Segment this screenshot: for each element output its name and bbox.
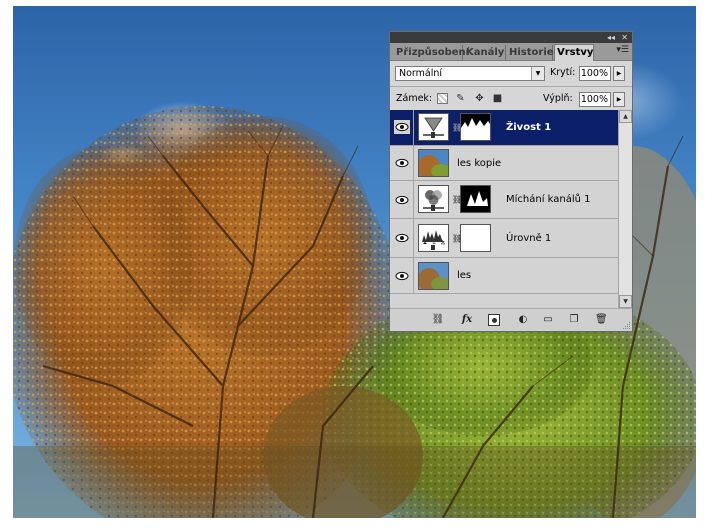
layer-row[interactable]: ⛓ Míchání kanálů 1 [390,181,618,219]
panel-titlebar[interactable]: ◂◂ ✕ [390,32,632,43]
layer-name[interactable]: les [457,258,471,294]
layer-mask-thumbnail[interactable] [460,185,491,213]
divider [413,110,414,146]
divider [413,146,414,182]
visibility-eye-icon[interactable] [394,231,410,245]
add-mask-icon[interactable] [488,314,500,326]
lock-move-icon[interactable]: ✥ [474,93,485,104]
levels-adjustment-icon[interactable] [418,224,449,252]
tab-channels[interactable]: Kanály [464,45,506,60]
link-layers-icon[interactable]: ⛓ [430,314,446,326]
blend-mode-select[interactable]: Normální ▼ [395,66,545,81]
delete-layer-icon[interactable]: 🗑 [595,314,608,326]
vibrance-adjustment-icon[interactable] [418,113,449,141]
tab-adjustments[interactable]: Přizpůsobení [394,45,469,60]
layer-row[interactable]: ⛓ Úrovně 1 [390,219,618,258]
layer-name[interactable]: les kopie [457,146,501,182]
layer-row[interactable]: les kopie [390,146,618,182]
collapse-icon[interactable]: ◂◂ [607,32,615,43]
tab-layers[interactable]: Vrstvy [554,44,594,61]
layer-mask-thumbnail[interactable] [460,113,491,141]
layers-panel: ◂◂ ✕ Přizpůsobení Kanály Historie Vrstvy… [389,31,633,332]
visibility-eye-icon[interactable] [394,120,410,134]
blend-mode-value: Normální [399,68,443,79]
layer-name[interactable]: Živost 1 [506,110,551,146]
lock-all-icon[interactable]: ■ [492,93,503,104]
layer-image-thumbnail[interactable] [418,149,449,177]
mask-link-icon[interactable]: ⛓ [452,234,462,244]
divider [390,86,632,87]
layer-image-thumbnail[interactable] [418,262,449,290]
lock-paint-icon[interactable]: ✎ [455,93,466,104]
scroll-up-button[interactable]: ▲ [619,110,632,123]
visibility-eye-icon[interactable] [394,269,410,283]
divider [413,219,414,258]
lock-row: Zámek: ✎ ✥ ■ Výplň: 100% ▶ [390,88,632,110]
new-group-icon[interactable]: ▭ [542,314,554,326]
channel-mixer-adjustment-icon[interactable] [418,185,449,213]
opacity-input[interactable]: 100% [579,66,611,81]
fill-slider-button[interactable]: ▶ [613,92,625,107]
panel-tabs: Přizpůsobení Kanály Historie Vrstvy ▾☰ [390,43,632,61]
layer-row[interactable]: ⛓ Živost 1 [390,110,618,146]
fill-input[interactable]: 100% [579,92,611,107]
workspace: ◂◂ ✕ Přizpůsobení Kanály Historie Vrstvy… [0,0,705,528]
layer-mask-thumbnail[interactable] [460,224,491,252]
layers-list-empty-area[interactable] [390,294,618,308]
tab-history[interactable]: Historie [507,45,554,60]
layer-row[interactable]: les [390,258,618,294]
panel-menu-icon[interactable]: ▾☰ [616,45,629,55]
divider [413,258,414,294]
layers-scrollbar[interactable]: ▲ ▼ [618,110,632,308]
lock-label: Zámek: [396,93,433,104]
lock-transparent-icon[interactable] [437,93,448,104]
new-layer-icon[interactable]: ❐ [568,314,580,326]
fill-label: Výplň: [543,93,573,104]
layer-name[interactable]: Míchání kanálů 1 [506,181,591,219]
layer-name[interactable]: Úrovně 1 [506,219,551,258]
visibility-eye-icon[interactable] [394,156,410,170]
adjustment-layer-icon[interactable]: ◐ [516,314,530,326]
resize-grip-icon[interactable] [623,322,631,330]
divider [413,181,414,219]
chevron-down-icon: ▼ [531,67,544,80]
blend-options-row: Normální ▼ Krytí: 100% ▶ [390,61,632,85]
opacity-slider-button[interactable]: ▶ [613,66,625,81]
opacity-label: Krytí: [550,67,576,78]
layers-list: ⛓ Živost 1 les kopie ⛓ Míchání kanálů 1 … [390,110,618,294]
fx-icon[interactable]: fx [458,314,476,326]
mask-link-icon[interactable]: ⛓ [452,195,462,205]
visibility-eye-icon[interactable] [394,193,410,207]
panel-footer: ⛓ fx ◐ ▭ ❐ 🗑 [390,308,632,331]
close-icon[interactable]: ✕ [621,32,628,43]
mask-link-icon[interactable]: ⛓ [452,123,462,133]
scroll-down-button[interactable]: ▼ [619,295,632,308]
